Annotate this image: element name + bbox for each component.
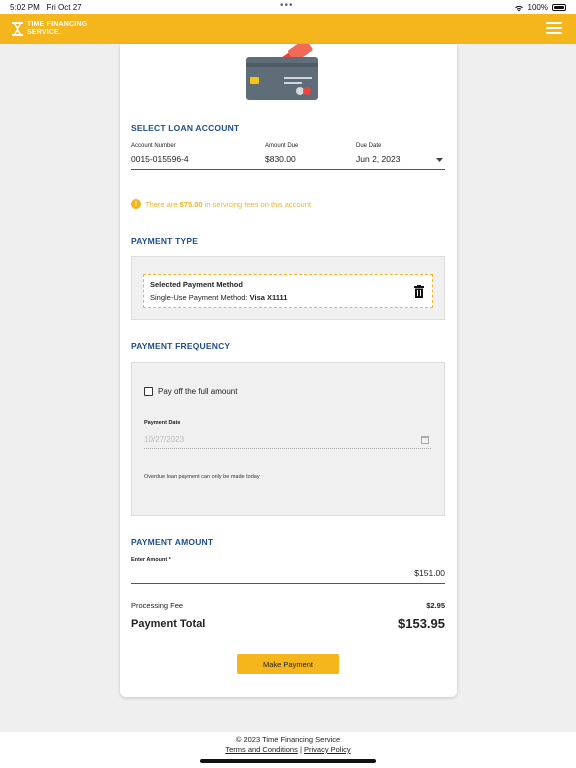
logo-icon <box>12 22 23 36</box>
fee-notice-text: There are $75.00 in servicing fees on th… <box>145 199 311 209</box>
menu-icon[interactable] <box>546 22 562 36</box>
fee-amount: $75.00 <box>179 199 203 209</box>
footer-separator: | <box>299 745 302 754</box>
home-indicator[interactable] <box>200 759 376 763</box>
amount-underline <box>131 583 445 584</box>
section-title-loan-account: SELECT LOAN ACCOUNT <box>131 123 240 133</box>
section-title-payment-frequency: PAYMENT FREQUENCY <box>131 341 231 351</box>
amount-input[interactable]: $151.00 <box>131 564 445 583</box>
status-time: 5:02 PM Fri Oct 27 <box>10 3 82 12</box>
section-title-payment-amount: PAYMENT AMOUNT <box>131 537 214 547</box>
pay-full-checkbox[interactable] <box>144 387 153 396</box>
payment-type-panel: Selected Payment Method Single-Use Payme… <box>131 256 445 320</box>
due-date-value: Jun 2, 2023 <box>356 154 401 164</box>
payment-date-value: 10/27/2023 <box>144 435 185 444</box>
footer-links: Terms and Conditions | Privacy Policy <box>0 745 576 754</box>
status-bar: 5:02 PM Fri Oct 27 ••• 100% <box>0 0 576 14</box>
make-payment-button[interactable]: Make Payment <box>237 654 339 674</box>
terms-link[interactable]: Terms and Conditions <box>225 745 298 754</box>
app-header: TIME FINANCING SERVICE. <box>0 14 576 44</box>
calendar-icon[interactable] <box>421 436 429 444</box>
loan-select-underline <box>131 169 445 170</box>
processing-fee-value: $2.95 <box>426 601 445 610</box>
battery-icon <box>552 4 566 11</box>
selected-method-line: Single-Use Payment Method: Visa X1111 <box>150 293 288 302</box>
overdue-note: Overdue loan payment can only be made to… <box>144 474 260 480</box>
privacy-link[interactable]: Privacy Policy <box>304 745 351 754</box>
amount-input-value: $151.00 <box>414 568 445 578</box>
loan-account-select[interactable]: 0015-015596-4 $830.00 Jun 2, 2023 <box>131 152 445 169</box>
servicing-fee-notice: ! There are $75.00 in servicing fees on … <box>131 199 311 209</box>
credit-card-illustration <box>246 44 318 100</box>
due-date-label: Due Date <box>356 143 382 149</box>
processing-fee-label: Processing Fee <box>131 601 184 610</box>
logo-text: TIME FINANCING SERVICE. <box>27 21 88 36</box>
amount-due-value: $830.00 <box>265 154 296 164</box>
status-right: 100% <box>514 3 566 12</box>
brand-logo[interactable]: TIME FINANCING SERVICE. <box>12 21 107 37</box>
multitasking-dots-icon[interactable]: ••• <box>280 0 294 11</box>
wifi-icon <box>514 5 523 11</box>
payment-total-label: Payment Total <box>131 618 206 630</box>
account-number-value: 0015-015596-4 <box>131 154 189 164</box>
trash-icon[interactable] <box>414 285 424 298</box>
section-title-payment-type: PAYMENT TYPE <box>131 236 199 246</box>
account-number-label: Account Number <box>131 143 176 149</box>
copyright-text: © 2023 Time Financing Service <box>235 735 341 744</box>
payment-frequency-panel: Pay off the full amount Payment Date 10/… <box>131 362 445 516</box>
enter-amount-label: Enter Amount * <box>131 557 171 563</box>
selected-method-title: Selected Payment Method <box>150 280 243 289</box>
pay-full-label: Pay off the full amount <box>158 387 238 396</box>
payment-date-label: Payment Date <box>144 420 181 426</box>
payment-total-value: $153.95 <box>398 616 445 631</box>
battery-percent: 100% <box>527 3 548 12</box>
selected-payment-method[interactable]: Selected Payment Method Single-Use Payme… <box>143 274 433 308</box>
payment-card: SELECT LOAN ACCOUNT Account Number Amoun… <box>120 44 457 697</box>
amount-due-label: Amount Due <box>265 143 299 149</box>
payment-date-input[interactable]: 10/27/2023 <box>144 435 431 449</box>
chevron-down-icon <box>436 158 443 162</box>
card-name: Visa X1111 <box>249 293 288 302</box>
info-icon: ! <box>131 199 141 209</box>
